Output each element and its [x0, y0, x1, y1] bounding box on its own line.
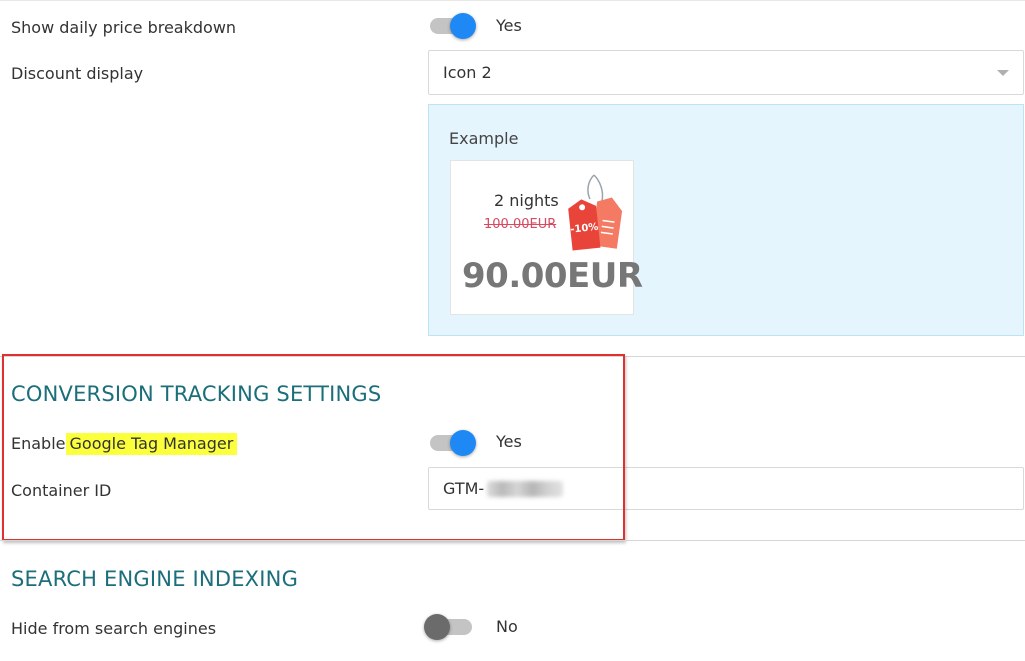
top-divider: [0, 0, 1025, 1]
daily-breakdown-toggle[interactable]: [430, 11, 478, 39]
discount-tag-icon: -10%: [568, 174, 623, 251]
indexing-section-title: SEARCH ENGINE INDEXING: [11, 567, 299, 591]
example-price-card: 2 nights 100.00EUR 90.00EUR -10%: [450, 160, 643, 315]
discount-display-value: Icon 2: [443, 63, 492, 82]
hide-search-label: Hide from search engines: [11, 619, 217, 638]
old-price: 100.00EUR: [484, 217, 557, 232]
hide-search-value: No: [496, 617, 518, 636]
daily-breakdown-label: Show daily price breakdown: [11, 18, 237, 37]
hide-search-toggle[interactable]: [424, 612, 476, 640]
section-divider: [0, 540, 1025, 541]
toggle-knob: [450, 13, 476, 39]
daily-breakdown-value: Yes: [496, 16, 522, 35]
annotation-highlight-box: [2, 354, 625, 541]
new-price: 90.00EUR: [462, 256, 643, 296]
discount-display-select[interactable]: Icon 2: [428, 50, 1024, 95]
chevron-down-icon: [997, 70, 1009, 76]
toggle-knob: [424, 614, 450, 640]
example-title: Example: [449, 129, 519, 148]
nights-count: 2 nights: [494, 191, 559, 210]
example-preview: Example 2 nights 100.00EUR 90.00EUR -10%: [428, 104, 1024, 336]
discount-display-label: Discount display: [11, 64, 144, 83]
